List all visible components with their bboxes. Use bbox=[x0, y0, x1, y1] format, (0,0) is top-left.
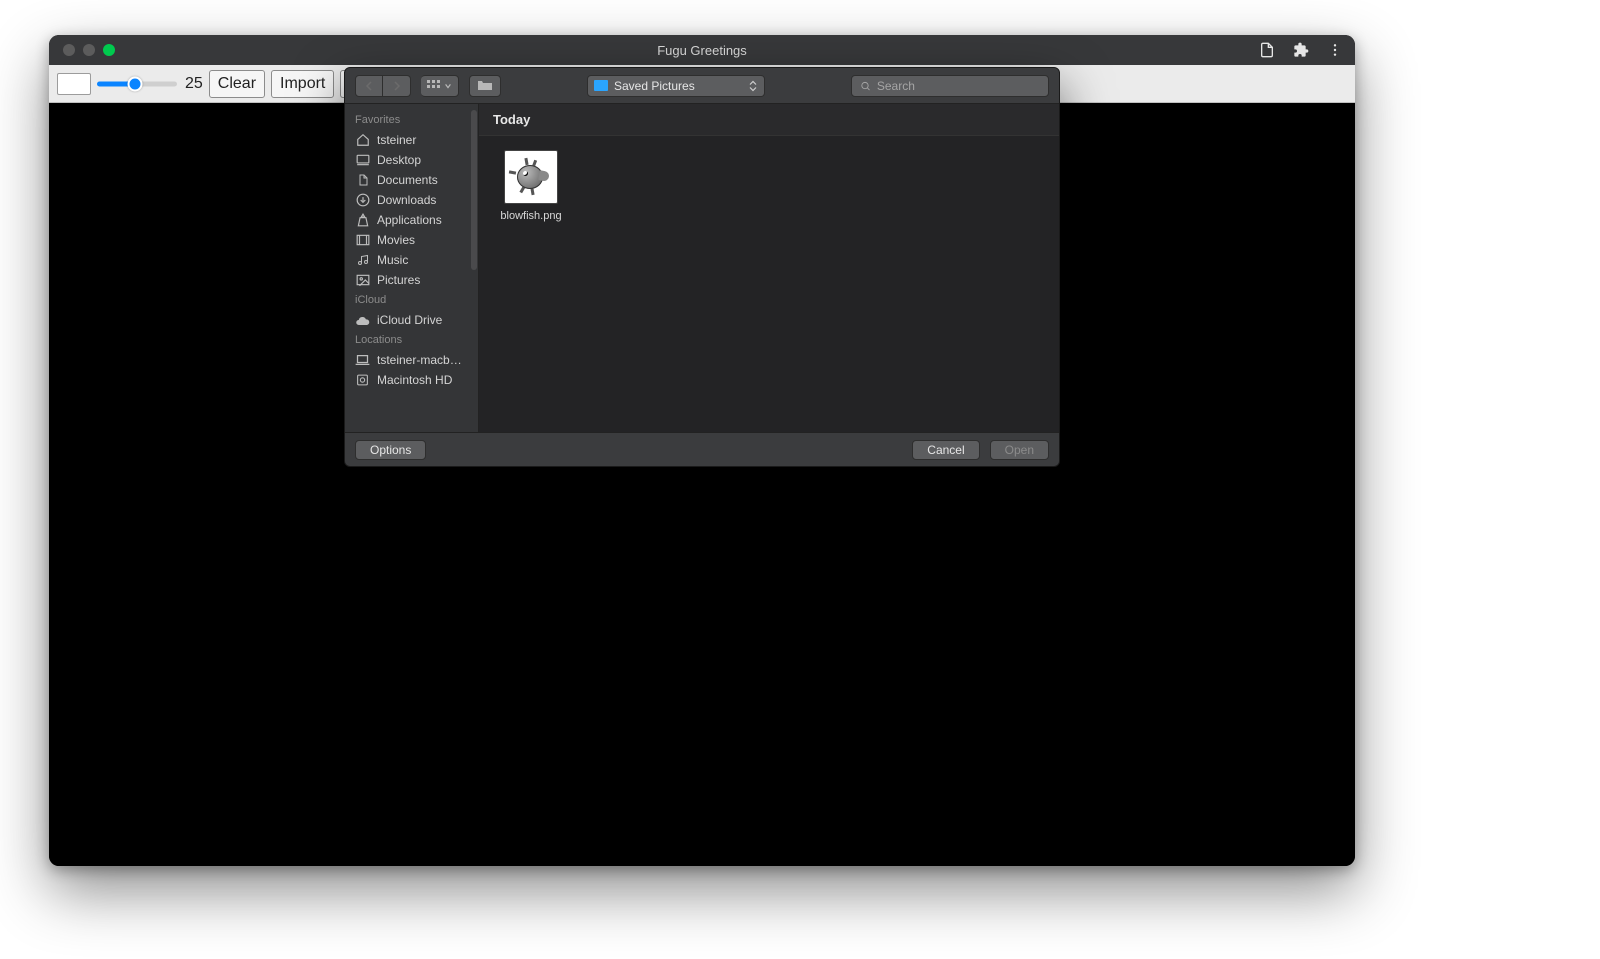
file-grid: blowfish.png bbox=[479, 136, 1059, 236]
sidebar-item-favorites-5[interactable]: Movies bbox=[345, 230, 478, 250]
nav-back-button[interactable] bbox=[355, 75, 383, 97]
sidebar-item-label: Documents bbox=[377, 173, 438, 187]
window-title: Fugu Greetings bbox=[49, 43, 1355, 58]
sidebar-item-label: Downloads bbox=[377, 193, 436, 207]
desktop-icon bbox=[355, 153, 370, 167]
search-field[interactable] bbox=[851, 75, 1049, 97]
folder-icon bbox=[594, 80, 608, 91]
close-traffic-light[interactable] bbox=[63, 44, 75, 56]
section-heading-today: Today bbox=[479, 104, 1059, 136]
options-button[interactable]: Options bbox=[355, 440, 426, 460]
nav-forward-button[interactable] bbox=[383, 75, 411, 97]
titlebar-right bbox=[1259, 42, 1343, 58]
clear-button[interactable]: Clear bbox=[209, 70, 265, 98]
file-name-label: blowfish.png bbox=[493, 210, 569, 222]
sidebar-item-favorites-3[interactable]: Downloads bbox=[345, 190, 478, 210]
sidebar-item-label: Desktop bbox=[377, 153, 421, 167]
open-button[interactable]: Open bbox=[990, 440, 1049, 460]
view-mode-group bbox=[421, 75, 459, 97]
cancel-button[interactable]: Cancel bbox=[912, 440, 979, 460]
apps-icon bbox=[355, 213, 370, 227]
download-icon bbox=[355, 193, 370, 207]
sidebar-item-favorites-1[interactable]: Desktop bbox=[345, 150, 478, 170]
sidebar-item-locations-1[interactable]: Macintosh HD bbox=[345, 370, 478, 390]
sidebar-item-label: tsteiner-macb… bbox=[377, 353, 462, 367]
sidebar-heading-icloud: iCloud bbox=[345, 290, 478, 310]
sidebar-scrollbar[interactable] bbox=[471, 110, 477, 270]
search-input[interactable] bbox=[877, 79, 1040, 93]
file-list-area[interactable]: Today blowfish.png bbox=[479, 104, 1059, 432]
location-label: Saved Pictures bbox=[614, 79, 695, 93]
file-open-dialog: Saved Pictures Favorites tsteiner Desktop… bbox=[344, 67, 1060, 467]
sidebar-item-label: iCloud Drive bbox=[377, 313, 442, 327]
blowfish-image bbox=[513, 159, 549, 195]
import-button[interactable]: Import bbox=[271, 70, 334, 98]
home-icon bbox=[355, 133, 370, 147]
sidebar-item-favorites-4[interactable]: Applications bbox=[345, 210, 478, 230]
file-thumbnail bbox=[504, 150, 558, 204]
sidebar-item-label: tsteiner bbox=[377, 133, 416, 147]
document-icon bbox=[355, 173, 370, 187]
sidebar-heading-locations: Locations bbox=[345, 330, 478, 350]
sidebar-item-favorites-0[interactable]: tsteiner bbox=[345, 130, 478, 150]
traffic-lights bbox=[63, 44, 115, 56]
sidebar-item-icloud-0[interactable]: iCloud Drive bbox=[345, 310, 478, 330]
sidebar-item-locations-0[interactable]: tsteiner-macb… bbox=[345, 350, 478, 370]
file-dialog-footer: Options Cancel Open bbox=[345, 432, 1059, 466]
more-icon[interactable] bbox=[1327, 42, 1343, 58]
file-item-0[interactable]: blowfish.png bbox=[493, 150, 569, 222]
minimize-traffic-light[interactable] bbox=[83, 44, 95, 56]
movie-icon bbox=[355, 233, 370, 247]
sidebar-item-label: Applications bbox=[377, 213, 442, 227]
color-swatch[interactable] bbox=[57, 73, 91, 95]
location-selector[interactable]: Saved Pictures bbox=[587, 75, 765, 97]
group-menu-button[interactable] bbox=[469, 75, 501, 97]
zoom-traffic-light[interactable] bbox=[103, 44, 115, 56]
file-dialog-toolbar: Saved Pictures bbox=[345, 68, 1059, 104]
sidebar-item-label: Pictures bbox=[377, 273, 420, 287]
picture-icon bbox=[355, 273, 370, 287]
brush-size-value: 25 bbox=[185, 75, 203, 93]
disk-icon bbox=[355, 373, 370, 387]
nav-back-forward bbox=[355, 75, 411, 97]
sidebar-item-favorites-7[interactable]: Pictures bbox=[345, 270, 478, 290]
cloud-icon bbox=[355, 313, 370, 327]
updown-icon bbox=[748, 79, 758, 93]
laptop-icon bbox=[355, 353, 370, 367]
sidebar-heading-favorites: Favorites bbox=[345, 110, 478, 130]
sidebar-item-label: Movies bbox=[377, 233, 415, 247]
brush-size-slider[interactable] bbox=[97, 75, 177, 93]
sidebar-item-label: Macintosh HD bbox=[377, 373, 452, 387]
titlebar: Fugu Greetings bbox=[49, 35, 1355, 65]
file-dialog-body: Favorites tsteiner Desktop Documents Downlo… bbox=[345, 104, 1059, 432]
sidebar-item-favorites-2[interactable]: Documents bbox=[345, 170, 478, 190]
sidebar-item-label: Music bbox=[377, 253, 408, 267]
sidebar-item-favorites-6[interactable]: Music bbox=[345, 250, 478, 270]
view-icon-mode-button[interactable] bbox=[421, 75, 459, 97]
music-icon bbox=[355, 253, 370, 267]
search-icon bbox=[860, 80, 871, 92]
extension-icon[interactable] bbox=[1293, 42, 1309, 58]
document-icon[interactable] bbox=[1259, 42, 1275, 58]
file-dialog-sidebar[interactable]: Favorites tsteiner Desktop Documents Downlo… bbox=[345, 104, 479, 432]
